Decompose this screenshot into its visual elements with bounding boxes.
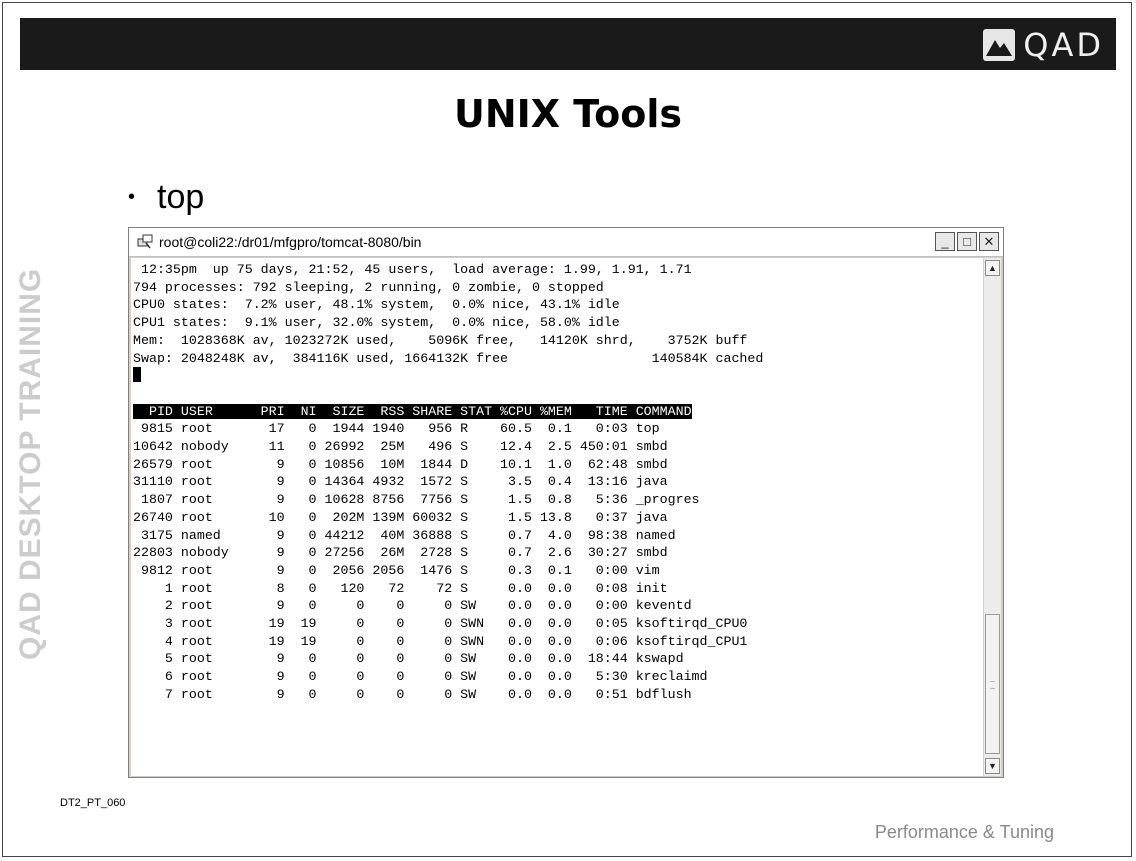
window-titlebar[interactable]: root@coli22:/dr01/mfgpro/tomcat-8080/bin… [129,228,1003,257]
bullet-item: • top [128,178,204,217]
process-row: 31110 root 9 0 14364 4932 1572 S 3.5 0.4… [133,474,668,490]
process-row: 9815 root 17 0 1944 1940 956 R 60.5 0.1 … [133,421,660,437]
window-title: root@coli22:/dr01/mfgpro/tomcat-8080/bin [159,234,422,250]
close-button[interactable]: ✕ [979,232,999,251]
process-row: 7 root 9 0 0 0 0 SW 0.0 0.0 0:51 bdflush [133,686,692,702]
putty-icon [137,234,153,249]
summary-line: Mem: 1028368K av, 1023272K used, 5096K f… [133,332,748,348]
logo-text: QAD [1023,26,1104,64]
process-row: 1 root 8 0 120 72 72 S 0.0 0.0 0:08 init [133,580,668,596]
scroll-grip-icon [990,681,995,689]
summary-line: CPU0 states: 7.2% user, 48.1% system, 0.… [133,297,620,313]
bullet-dot: • [128,186,136,208]
maximize-icon: □ [963,234,971,249]
scroll-up-arrow-icon[interactable]: ▲ [985,260,1000,276]
maximize-button[interactable]: □ [957,232,977,251]
process-row: 2 root 9 0 0 0 0 SW 0.0 0.0 0:00 keventd [133,598,692,614]
qad-mountain-icon [983,29,1016,61]
bullet-text: top [157,178,205,216]
process-row: 22803 nobody 9 0 27256 26M 2728 S 0.7 2.… [133,545,668,561]
process-row: 26740 root 10 0 202M 139M 60032 S 1.5 13… [133,509,668,525]
minimize-button[interactable]: _ [935,232,955,251]
slide-title: UNIX Tools [453,92,683,136]
slide-code: DT2_PT_060 [60,797,126,809]
minimize-icon: _ [941,234,949,249]
process-row: 10642 nobody 11 0 26992 25M 496 S 12.4 2… [133,439,668,455]
process-row: 1807 root 9 0 10628 8756 7756 S 1.5 0.8 … [133,492,700,508]
course-name: Performance & Tuning [874,822,1054,842]
summary-line: 12:35pm up 75 days, 21:52, 45 users, loa… [133,262,692,277]
summary-line: CPU1 states: 9.1% user, 32.0% system, 0.… [133,315,620,331]
scroll-down-arrow-icon[interactable]: ▼ [985,758,1000,774]
process-row: 26579 root 9 0 10856 10M 1844 D 10.1 1.0… [133,456,668,472]
summary-block: 12:35pm up 75 days, 21:52, 45 users, loa… [131,258,983,704]
scroll-thumb[interactable] [985,614,1000,754]
window-controls: _ □ ✕ [935,232,999,251]
close-icon: ✕ [983,233,995,249]
qad-logo: QAD [983,25,1104,65]
process-row: 5 root 9 0 0 0 0 SW 0.0 0.0 18:44 kswapd [133,651,684,667]
process-row: 6 root 9 0 0 0 0 SW 0.0 0.0 5:30 kreclai… [133,669,708,685]
vertical-scrollbar[interactable]: ▲ ▼ [983,258,1001,776]
terminal-output[interactable]: 12:35pm up 75 days, 21:52, 45 users, loa… [131,258,983,776]
terminal-cursor [133,367,141,383]
process-row: 3175 named 9 0 44212 40M 36888 S 0.7 4.0… [133,527,676,543]
terminal-window: root@coli22:/dr01/mfgpro/tomcat-8080/bin… [128,227,1004,778]
process-row: 4 root 19 19 0 0 0 SWN 0.0 0.0 0:06 ksof… [133,633,748,649]
summary-line: Swap: 2048248K av, 384116K used, 1664132… [133,350,764,366]
summary-line: 794 processes: 792 sleeping, 2 running, … [133,279,604,295]
process-row: 9812 root 9 0 2056 2056 1476 S 0.3 0.1 0… [133,562,660,578]
process-table-header: PID USER PRI NI SIZE RSS SHARE STAT %CPU… [133,403,692,419]
header-band [20,18,1116,70]
process-row: 3 root 19 19 0 0 0 SWN 0.0 0.0 0:05 ksof… [133,616,748,632]
side-watermark: QAD DESKTOP TRAINING [14,267,47,660]
